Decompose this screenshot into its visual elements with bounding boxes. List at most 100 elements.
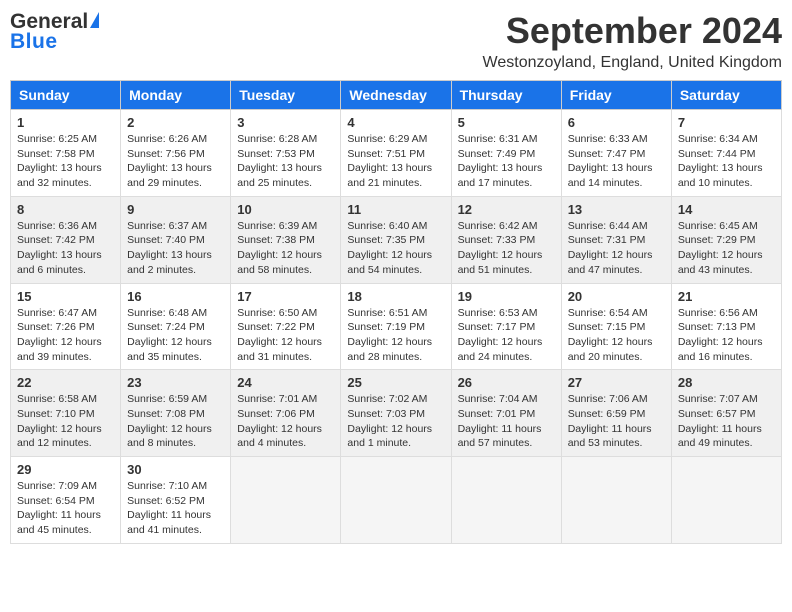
sunset-text: Sunset: 6:57 PM — [678, 408, 756, 420]
calendar-cell-w3-d6: 20 Sunrise: 6:54 AM Sunset: 7:15 PM Dayl… — [561, 283, 671, 370]
sunset-text: Sunset: 7:44 PM — [678, 148, 756, 160]
day-info: Sunrise: 7:06 AM Sunset: 6:59 PM Dayligh… — [568, 392, 665, 451]
day-number: 5 — [458, 115, 555, 130]
calendar-cell-w1-d5: 5 Sunrise: 6:31 AM Sunset: 7:49 PM Dayli… — [451, 110, 561, 197]
calendar-cell-w2-d5: 12 Sunrise: 6:42 AM Sunset: 7:33 PM Dayl… — [451, 196, 561, 283]
sunrise-text: Sunrise: 6:28 AM — [237, 133, 317, 145]
sunset-text: Sunset: 7:08 PM — [127, 408, 205, 420]
day-info: Sunrise: 6:26 AM Sunset: 7:56 PM Dayligh… — [127, 132, 224, 191]
sunset-text: Sunset: 7:24 PM — [127, 321, 205, 333]
sunrise-text: Sunrise: 6:51 AM — [347, 307, 427, 319]
calendar-week-5: 29 Sunrise: 7:09 AM Sunset: 6:54 PM Dayl… — [11, 457, 782, 544]
daylight-text: Daylight: 12 hours and 54 minutes. — [347, 249, 432, 276]
sunrise-text: Sunrise: 6:26 AM — [127, 133, 207, 145]
calendar-week-4: 22 Sunrise: 6:58 AM Sunset: 7:10 PM Dayl… — [11, 370, 782, 457]
sunset-text: Sunset: 7:58 PM — [17, 148, 95, 160]
day-info: Sunrise: 6:44 AM Sunset: 7:31 PM Dayligh… — [568, 219, 665, 278]
sunrise-text: Sunrise: 6:37 AM — [127, 220, 207, 232]
daylight-text: Daylight: 13 hours and 17 minutes. — [458, 162, 543, 189]
calendar-cell-w5-d5 — [451, 457, 561, 544]
day-info: Sunrise: 6:36 AM Sunset: 7:42 PM Dayligh… — [17, 219, 114, 278]
day-number: 10 — [237, 202, 334, 217]
sunrise-text: Sunrise: 7:10 AM — [127, 480, 207, 492]
sunrise-text: Sunrise: 6:56 AM — [678, 307, 758, 319]
sunset-text: Sunset: 7:22 PM — [237, 321, 315, 333]
sunset-text: Sunset: 7:10 PM — [17, 408, 95, 420]
sunrise-text: Sunrise: 6:31 AM — [458, 133, 538, 145]
day-info: Sunrise: 7:02 AM Sunset: 7:03 PM Dayligh… — [347, 392, 444, 451]
sunrise-text: Sunrise: 6:59 AM — [127, 393, 207, 405]
page-header: General Blue September 2024 Westonzoylan… — [10, 10, 782, 72]
sunset-text: Sunset: 7:01 PM — [458, 408, 536, 420]
day-info: Sunrise: 6:25 AM Sunset: 7:58 PM Dayligh… — [17, 132, 114, 191]
calendar-cell-w1-d3: 3 Sunrise: 6:28 AM Sunset: 7:53 PM Dayli… — [231, 110, 341, 197]
day-info: Sunrise: 6:31 AM Sunset: 7:49 PM Dayligh… — [458, 132, 555, 191]
logo: General Blue — [10, 10, 100, 60]
daylight-text: Daylight: 12 hours and 31 minutes. — [237, 336, 322, 363]
day-info: Sunrise: 7:01 AM Sunset: 7:06 PM Dayligh… — [237, 392, 334, 451]
calendar-week-3: 15 Sunrise: 6:47 AM Sunset: 7:26 PM Dayl… — [11, 283, 782, 370]
sunset-text: Sunset: 7:56 PM — [127, 148, 205, 160]
col-sunday: Sunday — [11, 81, 121, 110]
sunset-text: Sunset: 7:51 PM — [347, 148, 425, 160]
sunrise-text: Sunrise: 7:04 AM — [458, 393, 538, 405]
day-number: 26 — [458, 375, 555, 390]
day-number: 11 — [347, 202, 444, 217]
sunrise-text: Sunrise: 6:39 AM — [237, 220, 317, 232]
day-number: 6 — [568, 115, 665, 130]
daylight-text: Daylight: 12 hours and 24 minutes. — [458, 336, 543, 363]
sunset-text: Sunset: 6:54 PM — [17, 495, 95, 507]
sunset-text: Sunset: 7:26 PM — [17, 321, 95, 333]
day-info: Sunrise: 6:45 AM Sunset: 7:29 PM Dayligh… — [678, 219, 775, 278]
sunrise-text: Sunrise: 7:07 AM — [678, 393, 758, 405]
sunrise-text: Sunrise: 6:45 AM — [678, 220, 758, 232]
calendar-cell-w3-d4: 18 Sunrise: 6:51 AM Sunset: 7:19 PM Dayl… — [341, 283, 451, 370]
calendar-cell-w3-d5: 19 Sunrise: 6:53 AM Sunset: 7:17 PM Dayl… — [451, 283, 561, 370]
sunrise-text: Sunrise: 6:48 AM — [127, 307, 207, 319]
col-wednesday: Wednesday — [341, 81, 451, 110]
col-friday: Friday — [561, 81, 671, 110]
day-info: Sunrise: 6:37 AM Sunset: 7:40 PM Dayligh… — [127, 219, 224, 278]
col-saturday: Saturday — [671, 81, 781, 110]
daylight-text: Daylight: 13 hours and 25 minutes. — [237, 162, 322, 189]
day-info: Sunrise: 6:58 AM Sunset: 7:10 PM Dayligh… — [17, 392, 114, 451]
daylight-text: Daylight: 12 hours and 8 minutes. — [127, 423, 212, 450]
sunrise-text: Sunrise: 6:54 AM — [568, 307, 648, 319]
sunset-text: Sunset: 7:53 PM — [237, 148, 315, 160]
day-info: Sunrise: 6:47 AM Sunset: 7:26 PM Dayligh… — [17, 306, 114, 365]
calendar-cell-w2-d7: 14 Sunrise: 6:45 AM Sunset: 7:29 PM Dayl… — [671, 196, 781, 283]
daylight-text: Daylight: 11 hours and 41 minutes. — [127, 509, 211, 536]
calendar-cell-w4-d7: 28 Sunrise: 7:07 AM Sunset: 6:57 PM Dayl… — [671, 370, 781, 457]
day-number: 16 — [127, 289, 224, 304]
col-tuesday: Tuesday — [231, 81, 341, 110]
calendar-cell-w4-d3: 24 Sunrise: 7:01 AM Sunset: 7:06 PM Dayl… — [231, 370, 341, 457]
sunset-text: Sunset: 7:15 PM — [568, 321, 646, 333]
daylight-text: Daylight: 12 hours and 47 minutes. — [568, 249, 653, 276]
calendar-cell-w1-d4: 4 Sunrise: 6:29 AM Sunset: 7:51 PM Dayli… — [341, 110, 451, 197]
location-subtitle: Westonzoyland, England, United Kingdom — [483, 54, 782, 72]
day-info: Sunrise: 6:40 AM Sunset: 7:35 PM Dayligh… — [347, 219, 444, 278]
calendar-week-1: 1 Sunrise: 6:25 AM Sunset: 7:58 PM Dayli… — [11, 110, 782, 197]
calendar-cell-w3-d1: 15 Sunrise: 6:47 AM Sunset: 7:26 PM Dayl… — [11, 283, 121, 370]
sunrise-text: Sunrise: 6:40 AM — [347, 220, 427, 232]
daylight-text: Daylight: 12 hours and 12 minutes. — [17, 423, 102, 450]
day-info: Sunrise: 6:28 AM Sunset: 7:53 PM Dayligh… — [237, 132, 334, 191]
day-number: 22 — [17, 375, 114, 390]
sunset-text: Sunset: 7:29 PM — [678, 234, 756, 246]
daylight-text: Daylight: 11 hours and 49 minutes. — [678, 423, 762, 450]
calendar-cell-w4-d1: 22 Sunrise: 6:58 AM Sunset: 7:10 PM Dayl… — [11, 370, 121, 457]
sunrise-text: Sunrise: 6:33 AM — [568, 133, 648, 145]
sunrise-text: Sunrise: 6:34 AM — [678, 133, 758, 145]
day-number: 21 — [678, 289, 775, 304]
day-info: Sunrise: 6:53 AM Sunset: 7:17 PM Dayligh… — [458, 306, 555, 365]
day-number: 30 — [127, 462, 224, 477]
day-number: 29 — [17, 462, 114, 477]
day-info: Sunrise: 6:33 AM Sunset: 7:47 PM Dayligh… — [568, 132, 665, 191]
calendar-cell-w4-d5: 26 Sunrise: 7:04 AM Sunset: 7:01 PM Dayl… — [451, 370, 561, 457]
sunrise-text: Sunrise: 7:06 AM — [568, 393, 648, 405]
calendar-header-row: Sunday Monday Tuesday Wednesday Thursday… — [11, 81, 782, 110]
calendar-cell-w3-d7: 21 Sunrise: 6:56 AM Sunset: 7:13 PM Dayl… — [671, 283, 781, 370]
day-number: 19 — [458, 289, 555, 304]
sunset-text: Sunset: 6:52 PM — [127, 495, 205, 507]
sunrise-text: Sunrise: 6:29 AM — [347, 133, 427, 145]
